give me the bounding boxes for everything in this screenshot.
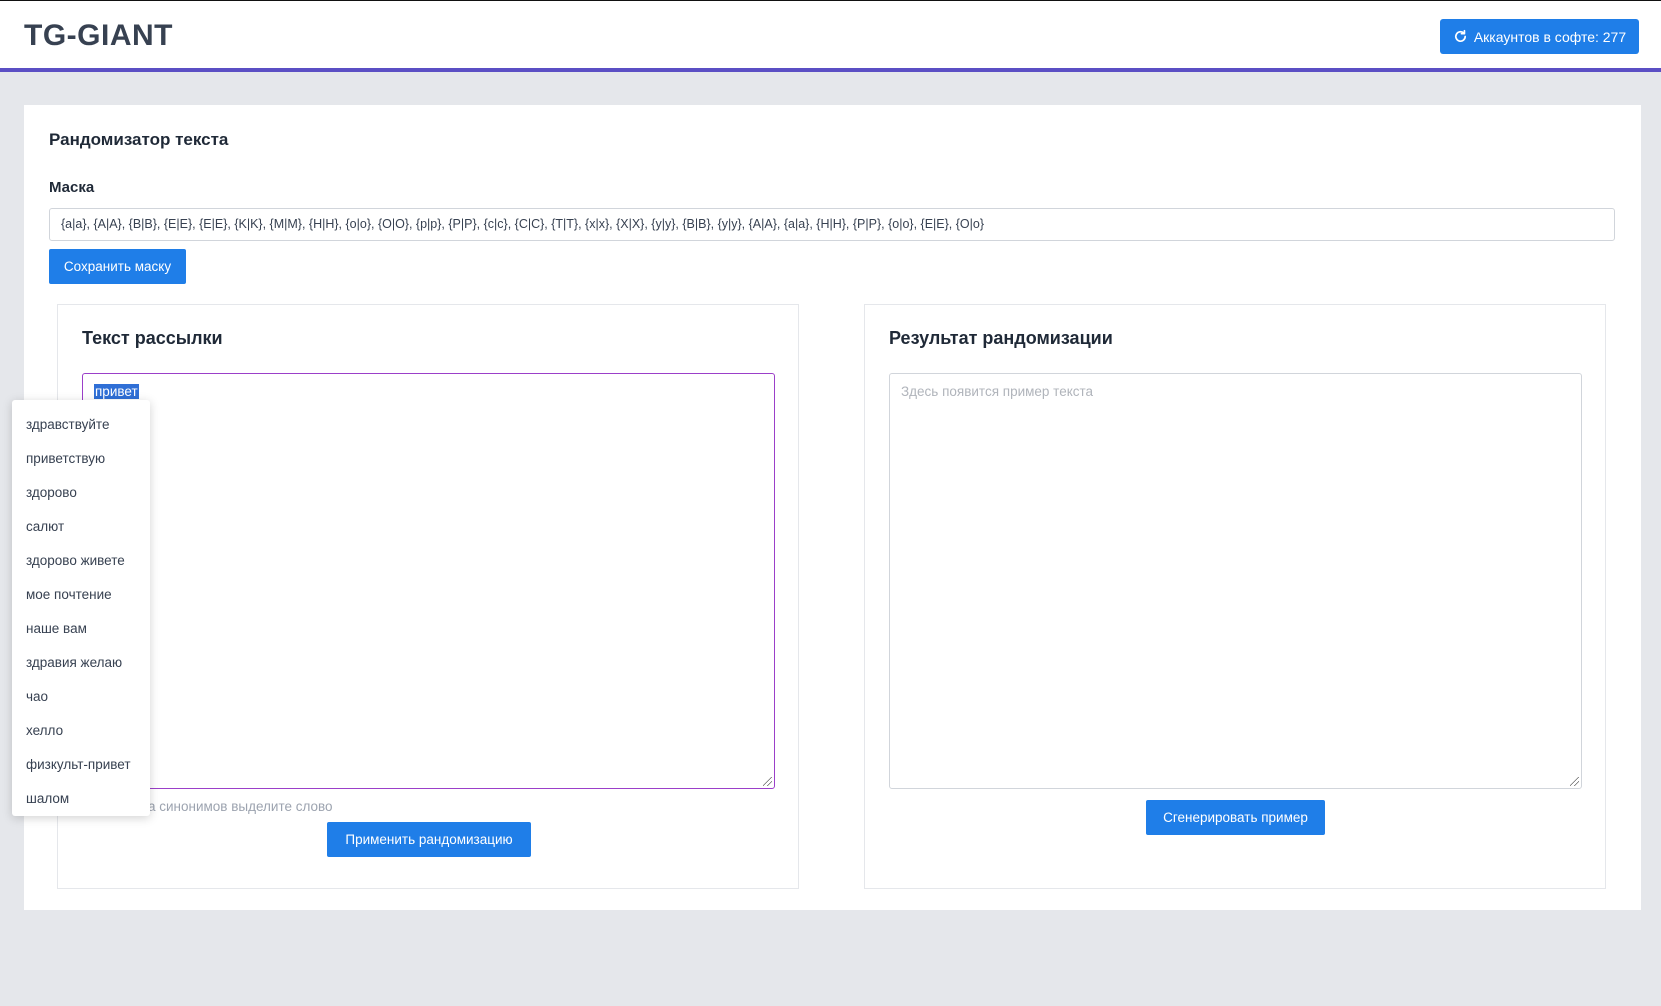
synonym-item[interactable]: наше вам — [12, 612, 150, 646]
generate-example-button[interactable]: Сгенерировать пример — [1146, 800, 1325, 835]
result-placeholder: Здесь появится пример текста — [901, 384, 1094, 399]
top-bar: TG-GIANT Аккаунтов в софте: 277 — [0, 0, 1661, 72]
apply-randomization-button[interactable]: Применить рандомизацию — [327, 822, 531, 857]
synonym-item[interactable]: мое почтение — [12, 578, 150, 612]
resize-handle[interactable] — [763, 777, 772, 786]
synonym-item[interactable]: чао — [12, 680, 150, 714]
synonym-item[interactable]: хелло — [12, 714, 150, 748]
mask-label: Маска — [49, 179, 95, 196]
selected-word[interactable]: привет — [94, 384, 139, 399]
app-logo: TG-GIANT — [24, 19, 173, 52]
mailing-text-input[interactable]: привет — [82, 373, 775, 789]
synonyms-dropdown: здравствуйте приветствую здорово салют з… — [12, 400, 150, 816]
accounts-count-label: Аккаунтов в софте: 277 — [1473, 28, 1627, 45]
synonym-hint: а синонимов выделите слово — [148, 799, 333, 814]
synonym-item[interactable]: шалом — [12, 782, 150, 816]
synonym-item[interactable]: здравия желаю — [12, 646, 150, 680]
mailing-text-title: Текст рассылки — [82, 328, 223, 348]
result-textarea[interactable]: Здесь появится пример текста — [889, 373, 1582, 789]
synonym-item[interactable]: здорово — [12, 476, 150, 510]
accounts-count-button[interactable]: Аккаунтов в софте: 277 — [1440, 19, 1639, 54]
synonym-item[interactable]: физкульт-привет — [12, 748, 150, 782]
mask-input[interactable]: {a|a}, {A|A}, {B|B}, {E|E}, {E|E}, {K|K}… — [49, 208, 1615, 241]
randomization-result-panel: Результат рандомизации Здесь появится пр… — [864, 304, 1606, 889]
randomization-result-title: Результат рандомизации — [889, 328, 1113, 348]
page-title: Рандомизатор текста — [49, 130, 229, 149]
refresh-icon — [1454, 29, 1466, 42]
synonym-item[interactable]: здорово живете — [12, 544, 150, 578]
save-mask-button[interactable]: Сохранить маску — [49, 249, 186, 284]
mailing-text-panel: Текст рассылки привет а синонимов выдели… — [57, 304, 799, 889]
synonym-item[interactable]: приветствую — [12, 442, 150, 476]
synonym-item[interactable]: салют — [12, 510, 150, 544]
resize-handle[interactable] — [1570, 777, 1579, 786]
synonym-item[interactable]: здравствуйте — [12, 408, 150, 442]
